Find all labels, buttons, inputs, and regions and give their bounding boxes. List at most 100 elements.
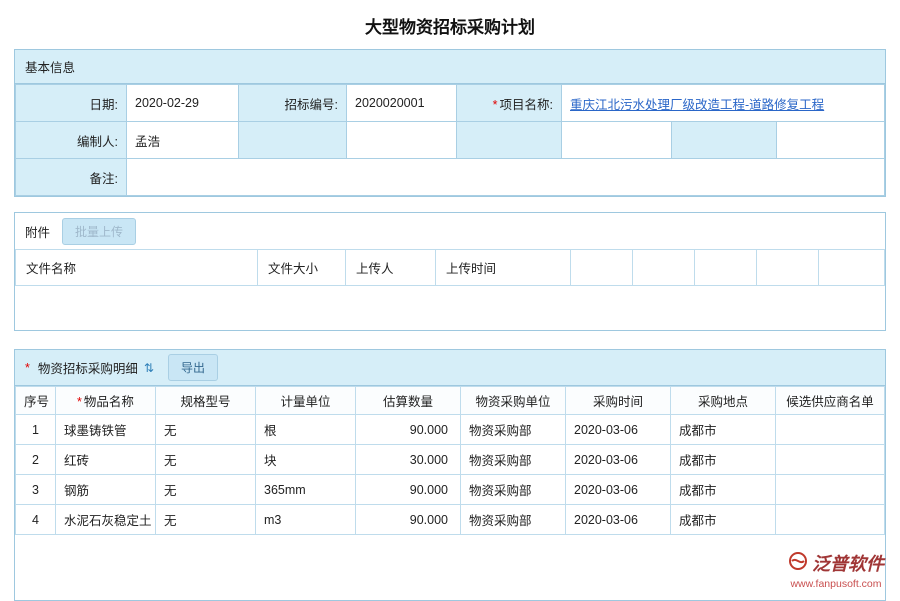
brand-url: www.fanpusoft.com: [788, 578, 884, 590]
detail-header-label: 物资采购单位: [475, 395, 550, 409]
table-cell: 2020-03-06: [566, 445, 671, 475]
table-cell: 成都市: [671, 475, 776, 505]
empty-cell: [347, 122, 457, 159]
bid-no-label: 招标编号:: [239, 85, 347, 122]
details-section: * 物资招标采购明细 ⇅ 导出 序号*物品名称规格型号计量单位估算数量物资采购单…: [14, 349, 886, 601]
empty-cell: [562, 122, 672, 159]
detail-header-row: 序号 *物品名称 规格型号 计量单位 估算数量 物资采购单位 采购时间 采购地点候选供应商名单: [16, 387, 885, 415]
detail-header-cell: 规格型号: [156, 387, 256, 415]
table-cell: 365mm: [256, 475, 356, 505]
table-cell: 无: [156, 415, 256, 445]
attachment-header-row: 文件名称文件大小上传人上传时间: [16, 250, 885, 286]
table-cell: 根: [256, 415, 356, 445]
table-cell: 物资采购部: [461, 445, 566, 475]
attachment-header-cell: [633, 250, 695, 286]
project-link[interactable]: 重庆江北污水处理厂级改造工程-道路修复工程: [570, 98, 824, 112]
details-title: 物资招标采购明细: [38, 358, 138, 377]
table-cell: 90.000: [356, 415, 461, 445]
table-cell: 1: [16, 415, 56, 445]
attachments-toolbar: 附件 批量上传: [15, 213, 885, 249]
table-cell: 3: [16, 475, 56, 505]
table-cell: 2020-03-06: [566, 415, 671, 445]
author-value: 孟浩: [127, 122, 239, 159]
table-cell: 无: [156, 445, 256, 475]
bid-no-value: 2020020001: [347, 85, 457, 122]
detail-header-cell: 物资采购单位: [461, 387, 566, 415]
sort-icon[interactable]: ⇅: [144, 361, 154, 375]
detail-header-cell: 候选供应商名单: [776, 387, 885, 415]
detail-header-label: 计量单位: [280, 395, 330, 409]
detail-header-label: 规格型号: [180, 395, 230, 409]
basic-info-header: 基本信息: [15, 50, 885, 84]
empty-cell: [672, 122, 777, 159]
table-cell: 90.000: [356, 505, 461, 535]
table-cell: [776, 415, 885, 445]
table-cell: 球墨铸铁管: [56, 415, 156, 445]
detail-header-cell: 采购时间: [566, 387, 671, 415]
attachment-header-cell: [695, 250, 757, 286]
table-row: 4水泥石灰稳定土无m390.000物资采购部2020-03-06成都市: [16, 505, 885, 535]
table-cell: 成都市: [671, 415, 776, 445]
detail-header-label: 序号: [24, 395, 49, 409]
remark-value: [127, 159, 885, 196]
table-cell: 水泥石灰稳定土: [56, 505, 156, 535]
attachment-header-cell: 上传人: [346, 250, 436, 286]
table-cell: 2020-03-06: [566, 475, 671, 505]
basic-info-section: 基本信息 日期: 2020-02-29 招标编号: 2020020001 *项目…: [14, 49, 886, 197]
detail-header-label: 物品名称: [84, 395, 134, 409]
table-row: 2红砖无块30.000物资采购部2020-03-06成都市: [16, 445, 885, 475]
export-button[interactable]: 导出: [168, 354, 218, 381]
attachment-header-cell: 上传时间: [436, 250, 571, 286]
date-value: 2020-02-29: [127, 85, 239, 122]
table-cell: 块: [256, 445, 356, 475]
table-cell: 物资采购部: [461, 505, 566, 535]
batch-upload-button[interactable]: 批量上传: [62, 218, 136, 245]
page-title: 大型物资招标采购计划: [0, 0, 900, 49]
project-label: *项目名称:: [457, 85, 562, 122]
detail-header-label: 估算数量: [383, 395, 433, 409]
table-cell: 钢筋: [56, 475, 156, 505]
table-cell: 2: [16, 445, 56, 475]
detail-header-cell: 估算数量: [356, 387, 461, 415]
table-cell: 无: [156, 475, 256, 505]
details-toolbar: * 物资招标采购明细 ⇅ 导出: [15, 350, 885, 386]
detail-table-body: 1球墨铸铁管无根90.000物资采购部2020-03-06成都市2红砖无块30.…: [16, 415, 885, 535]
required-mark: *: [25, 361, 30, 375]
table-cell: [776, 445, 885, 475]
table-cell: m3: [256, 505, 356, 535]
detail-header-label: 候选供应商名单: [786, 395, 874, 409]
table-row: 3钢筋无365mm90.000物资采购部2020-03-06成都市: [16, 475, 885, 505]
empty-cell: [457, 122, 562, 159]
footer-brand: 泛普软件 www.fanpusoft.com: [788, 550, 884, 590]
table-cell: 4: [16, 505, 56, 535]
details-table: 序号 *物品名称 规格型号 计量单位 估算数量 物资采购单位 采购时间 采购地点候选供应商名单…: [15, 386, 885, 535]
table-cell: 红砖: [56, 445, 156, 475]
table-cell: [776, 475, 885, 505]
table-cell: 成都市: [671, 505, 776, 535]
remark-label: 备注:: [16, 159, 127, 196]
required-mark: *: [493, 98, 498, 112]
attachment-header-cell: 文件名称: [16, 250, 258, 286]
date-label: 日期:: [16, 85, 127, 122]
attachment-header-cell: [819, 250, 885, 286]
author-label: 编制人:: [16, 122, 127, 159]
detail-header-cell: *物品名称: [56, 387, 156, 415]
brand-name: 泛普软件: [812, 550, 884, 576]
project-value-cell: 重庆江北污水处理厂级改造工程-道路修复工程: [562, 85, 885, 122]
table-cell: [776, 505, 885, 535]
detail-header-cell: 采购地点: [671, 387, 776, 415]
attachments-table: 文件名称文件大小上传人上传时间: [15, 249, 885, 286]
attachment-header-cell: 文件大小: [258, 250, 346, 286]
table-cell: 30.000: [356, 445, 461, 475]
basic-info-form: 日期: 2020-02-29 招标编号: 2020020001 *项目名称: 重…: [15, 84, 885, 196]
detail-header-cell: 序号: [16, 387, 56, 415]
table-row: 1球墨铸铁管无根90.000物资采购部2020-03-06成都市: [16, 415, 885, 445]
table-cell: 成都市: [671, 445, 776, 475]
attachment-header-cell: [571, 250, 633, 286]
required-mark: *: [77, 395, 82, 409]
attachments-title: 附件: [25, 222, 50, 241]
fanpu-logo-icon: [788, 551, 808, 576]
table-cell: 无: [156, 505, 256, 535]
project-label-text: 项目名称:: [500, 98, 553, 112]
detail-header-label: 采购时间: [593, 395, 643, 409]
